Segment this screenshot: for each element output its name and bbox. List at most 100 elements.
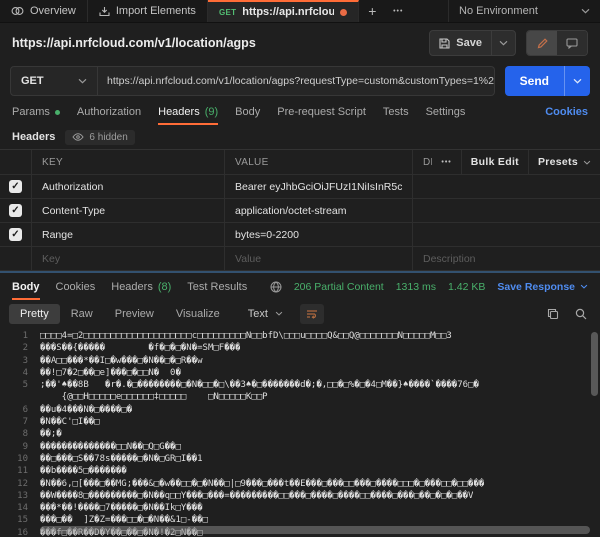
row-checkbox-checked[interactable]: ✓ <box>9 228 22 241</box>
line-content: ��u�4���N�□����□� <box>40 404 132 416</box>
line-number: 2 <box>0 342 28 354</box>
line-content: ���S��{����� �f�□�□�N�=SM□F��� <box>40 342 240 354</box>
line-number: 9 <box>0 441 28 453</box>
response-size[interactable]: 1.42 KB <box>448 281 485 293</box>
chevron-down-icon <box>583 160 591 165</box>
environment-label: No Environment <box>459 5 538 17</box>
header-key[interactable]: Content-Type <box>42 205 105 217</box>
send-options-chevron[interactable] <box>565 66 590 96</box>
save-response-button[interactable]: Save Response <box>497 281 588 293</box>
row-checkbox-checked[interactable]: ✓ <box>9 204 22 217</box>
response-tab-cookies[interactable]: Cookies <box>56 273 96 300</box>
headers-table: KEY VALUE DESCRIPTION ••• Bulk Edit Pres… <box>0 149 600 271</box>
comments-button[interactable] <box>557 31 587 55</box>
tab-headers-label: Headers <box>158 106 200 118</box>
search-response-button[interactable] <box>575 308 587 320</box>
new-tab-button[interactable]: + <box>359 0 385 22</box>
description-placeholder[interactable]: Description <box>423 253 476 265</box>
tab-headers[interactable]: Headers (9) <box>158 99 218 125</box>
code-line: 2 ���S��{����� �f�□�□�N�=SM□F��� <box>0 342 600 354</box>
key-placeholder[interactable]: Key <box>42 253 60 265</box>
tab-authorization[interactable]: Authorization <box>77 99 141 125</box>
response-tab-test-results[interactable]: Test Results <box>187 273 247 300</box>
line-content: {@□□H□□□□□e□□□□□□‡□□□□□ □N□□□□□K□□P <box>40 391 268 403</box>
line-number: 6 <box>0 404 28 416</box>
column-options-button[interactable]: ••• <box>432 150 460 174</box>
url-input[interactable]: https://api.nrfcloud.com/v1/location/agp… <box>98 66 495 96</box>
globe-icon[interactable] <box>270 281 282 293</box>
line-number: 12 <box>0 478 28 490</box>
tab-import-elements[interactable]: Import Elements <box>88 0 208 22</box>
response-time[interactable]: 1313 ms <box>396 281 436 293</box>
tab-active-request[interactable]: GET https://api.nrfcloud.com <box>208 0 359 22</box>
method-dropdown[interactable]: GET <box>10 66 98 96</box>
chevron-down-icon <box>275 311 283 316</box>
response-body-editor[interactable]: 1□□□□4=□2□□□□□□□□□□□□□□□□□□□□c□□□□□□□□□N… <box>0 327 600 537</box>
header-value[interactable]: application/octet-stream <box>235 205 346 217</box>
wrap-line-icon <box>306 309 318 319</box>
code-line: 13��W����8□���������□�N��q□□Y���□���=���… <box>0 490 600 502</box>
tab-settings[interactable]: Settings <box>426 99 466 125</box>
venn-circles-icon <box>11 6 24 16</box>
save-options-chevron[interactable] <box>492 40 515 46</box>
hidden-headers-toggle[interactable]: 6 hidden <box>65 130 134 145</box>
tab-overview-label: Overview <box>30 5 76 17</box>
copy-response-button[interactable] <box>547 308 559 320</box>
send-button[interactable]: Send <box>505 66 590 96</box>
line-number: 3 <box>0 355 28 367</box>
value-placeholder[interactable]: Value <box>235 253 261 265</box>
header-value[interactable]: Bearer eyJhbGciOiJFUzI1NiIsInR5cCI6IkpXV… <box>235 181 402 193</box>
cookies-link[interactable]: Cookies <box>545 106 588 118</box>
response-status[interactable]: 206 Partial Content <box>294 281 384 293</box>
response-meta: 206 Partial Content 1313 ms 1.42 KB Save… <box>270 281 588 293</box>
vertical-scrollbar-thumb[interactable] <box>591 332 598 396</box>
view-raw-button[interactable]: Raw <box>60 304 104 324</box>
line-content: ��;� <box>40 428 62 440</box>
postman-window: Overview Import Elements GET https://api… <box>0 0 600 537</box>
response-tab-body[interactable]: Body <box>12 273 40 300</box>
chevron-down-icon <box>580 284 588 289</box>
line-content: ���□�� ]Z�Z=���□□�□�N��&1□-��□ <box>40 514 208 526</box>
tab-params[interactable]: Params <box>12 99 60 125</box>
view-visualize-button[interactable]: Visualize <box>165 304 231 324</box>
tab-prerequest-script[interactable]: Pre-request Script <box>277 99 366 125</box>
response-tab-headers-label: Headers <box>111 281 153 293</box>
header-key[interactable]: Authorization <box>42 181 103 193</box>
presets-button[interactable]: Presets <box>529 150 600 174</box>
code-line: 5;��'♠��8B �r�.�□��������□�N�□□�□\��3♠�□… <box>0 379 600 391</box>
headers-section-row: Headers 6 hidden <box>0 125 600 149</box>
col-key: KEY <box>32 150 225 174</box>
tab-body[interactable]: Body <box>235 99 260 125</box>
tab-overview[interactable]: Overview <box>0 0 88 22</box>
select-all-cell <box>0 150 32 174</box>
tab-strip: Overview Import Elements GET https://api… <box>0 0 600 23</box>
tab-tests[interactable]: Tests <box>383 99 409 125</box>
environment-selector[interactable]: No Environment <box>448 0 600 22</box>
tab-tests-label: Tests <box>383 106 409 118</box>
horizontal-scrollbar-thumb[interactable] <box>40 526 590 534</box>
tab-request-url: https://api.nrfcloud.com <box>242 6 334 18</box>
code-line-wrap: {@□□H□□□□□e□□□□□□‡□□□□□ □N□□□□□K□□P <box>0 391 600 403</box>
tab-params-label: Params <box>12 106 50 118</box>
headers-count: (9) <box>205 106 218 118</box>
save-button[interactable]: Save <box>429 30 516 56</box>
edit-documentation-button[interactable] <box>527 31 557 55</box>
format-dropdown[interactable]: Text <box>239 304 292 324</box>
bulk-edit-button[interactable]: Bulk Edit <box>462 150 528 174</box>
response-tabs: Body Cookies Headers (8) Test Results 20… <box>0 273 600 300</box>
wrap-line-button[interactable] <box>300 304 324 324</box>
header-value[interactable]: bytes=0-2200 <box>235 229 299 241</box>
code-line: 4��!□7�2□��□e]���□�□□N� 0� <box>0 367 600 379</box>
presets-label: Presets <box>538 156 578 168</box>
view-preview-button[interactable]: Preview <box>104 304 165 324</box>
line-content: □□□□4=□2□□□□□□□□□□□□□□□□□□□□c□□□□□□□□□N□… <box>40 330 452 342</box>
response-tab-headers[interactable]: Headers (8) <box>111 273 171 300</box>
save-icon <box>439 38 450 49</box>
tab-options-button[interactable]: ••• <box>385 0 411 22</box>
view-pretty-button[interactable]: Pretty <box>9 304 60 324</box>
code-line: 1□□□□4=□2□□□□□□□□□□□□□□□□□□□□c□□□□□□□□□N… <box>0 330 600 342</box>
tab-request-method: GET <box>219 8 236 17</box>
header-key[interactable]: Range <box>42 229 73 241</box>
row-checkbox-checked[interactable]: ✓ <box>9 180 22 193</box>
response-view-toolbar: Pretty Raw Preview Visualize Text <box>0 300 600 327</box>
